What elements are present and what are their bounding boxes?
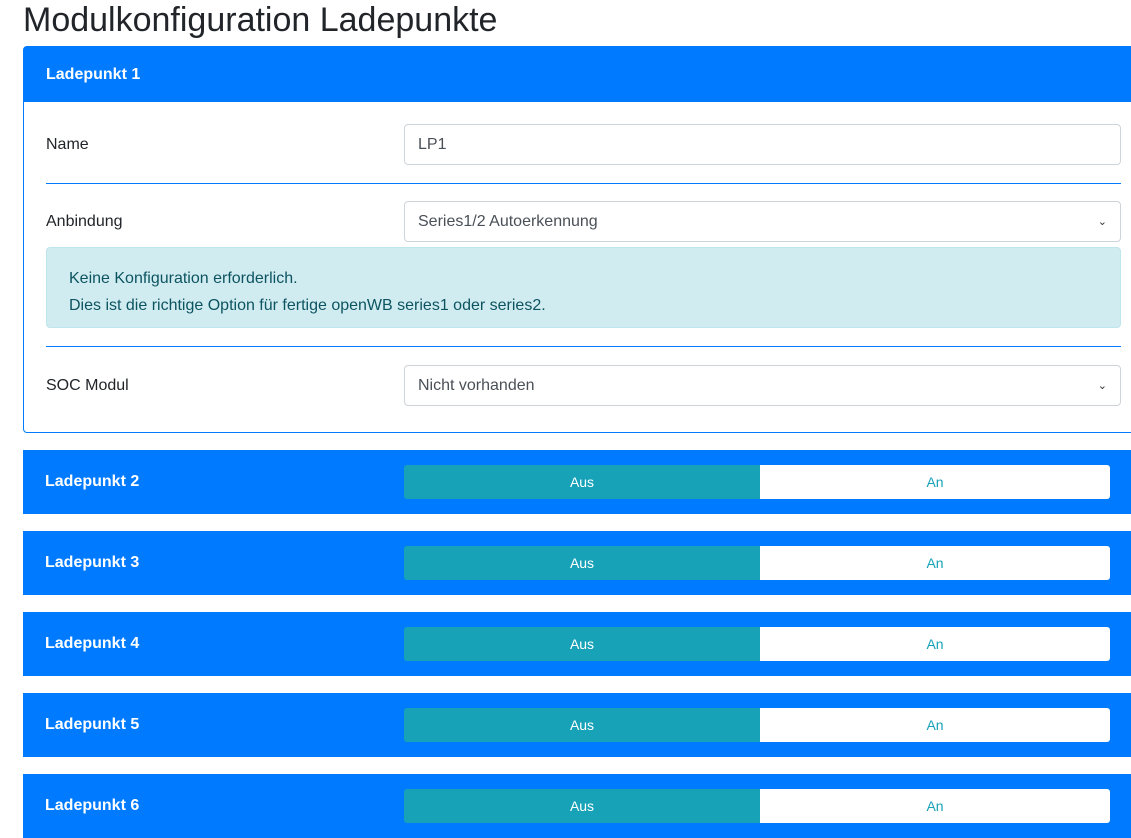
soc-value: Nicht vorhanden: [418, 376, 535, 394]
toggle-on-button[interactable]: An: [760, 546, 1110, 580]
anbindung-label: Anbindung: [46, 212, 123, 230]
soc-label: SOC Modul: [46, 376, 129, 394]
anbindung-value: Series1/2 Autoerkennung: [418, 212, 598, 230]
page-title: Modulkonfiguration Ladepunkte: [23, 1, 498, 39]
ladepunkt-1-card: Ladepunkt 1 Name LP1 Anbindung Series1/2…: [23, 46, 1131, 433]
on-off-toggle: Aus An: [404, 708, 1110, 742]
ladepunkt-6-card: Ladepunkt 6 Aus An: [23, 774, 1131, 838]
divider: [46, 346, 1121, 347]
name-row: Name LP1: [46, 124, 1121, 165]
toggle-off-button[interactable]: Aus: [404, 627, 760, 661]
on-off-toggle: Aus An: [404, 465, 1110, 499]
name-label: Name: [46, 135, 89, 153]
soc-row: SOC Modul Nicht vorhanden ⌄: [46, 365, 1121, 406]
chevron-down-icon: ⌄: [1097, 216, 1107, 228]
ladepunkt-2-card: Ladepunkt 2 Aus An: [23, 450, 1131, 514]
on-off-toggle: Aus An: [404, 627, 1110, 661]
anbindung-select[interactable]: Series1/2 Autoerkennung ⌄: [404, 201, 1121, 242]
divider: [46, 183, 1121, 184]
ladepunkt-4-card: Ladepunkt 4 Aus An: [23, 612, 1131, 676]
toggle-on-button[interactable]: An: [760, 789, 1110, 823]
toggle-off-button[interactable]: Aus: [404, 708, 760, 742]
toggle-off-button[interactable]: Aus: [404, 546, 760, 580]
info-line: Keine Konfiguration erforderlich.: [69, 270, 298, 287]
anbindung-row: Anbindung Series1/2 Autoerkennung ⌄: [46, 201, 1121, 242]
ladepunkt-5-card: Ladepunkt 5 Aus An: [23, 693, 1131, 757]
chevron-down-icon: ⌄: [1097, 380, 1107, 392]
toggle-off-button[interactable]: Aus: [404, 789, 760, 823]
soc-select[interactable]: Nicht vorhanden ⌄: [404, 365, 1121, 406]
ladepunkt-3-card: Ladepunkt 3 Aus An: [23, 531, 1131, 595]
toggle-on-button[interactable]: An: [760, 627, 1110, 661]
name-input[interactable]: LP1: [404, 124, 1121, 165]
on-off-toggle: Aus An: [404, 546, 1110, 580]
toggle-off-button[interactable]: Aus: [404, 465, 760, 499]
toggle-on-button[interactable]: An: [760, 708, 1110, 742]
name-value: LP1: [418, 135, 447, 153]
toggle-on-button[interactable]: An: [760, 465, 1110, 499]
info-line: Dies ist die richtige Option für fertige…: [69, 297, 546, 314]
info-alert: Keine Konfiguration erforderlich. Dies i…: [46, 247, 1121, 328]
card-header: Ladepunkt 1: [24, 47, 1131, 102]
on-off-toggle: Aus An: [404, 789, 1110, 823]
